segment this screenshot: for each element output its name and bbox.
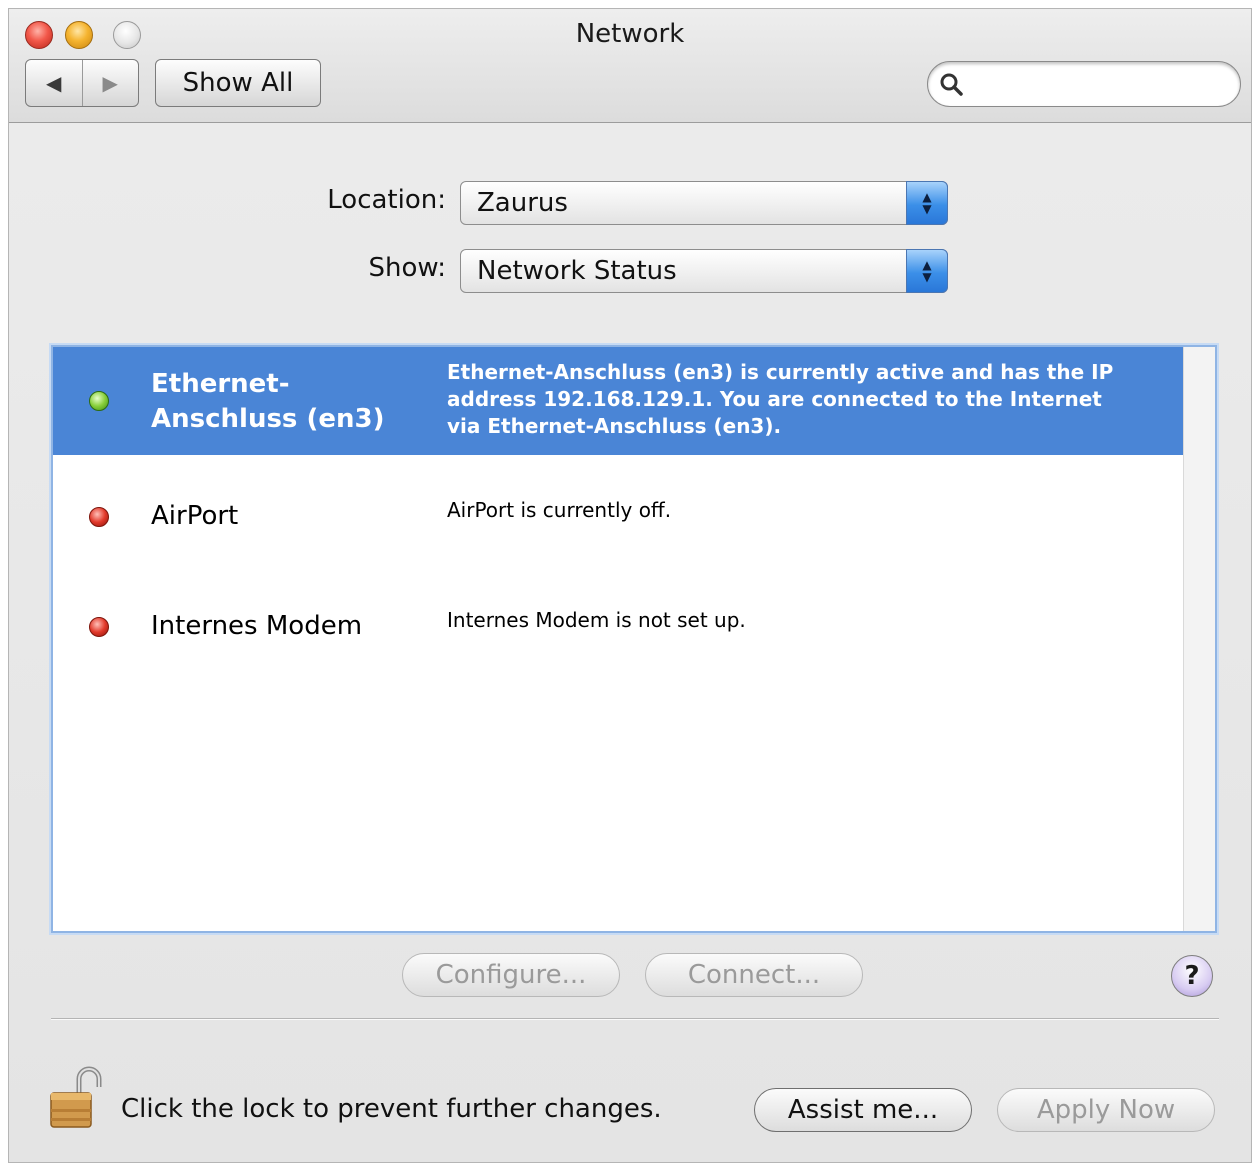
status-red-icon	[89, 617, 109, 637]
location-value: Zaurus	[477, 188, 568, 218]
location-label: Location:	[327, 185, 446, 215]
location-popup[interactable]: Zaurus ▲ ▼	[460, 181, 948, 225]
list-scrollbar[interactable]	[1183, 347, 1215, 931]
list-item-modem[interactable]: Internes Modem Internes Modem is not set…	[53, 597, 1185, 657]
preferences-window: Network ◀ ▶ Show All Location: Zaurus ▲ ▼…	[8, 8, 1252, 1163]
lock-open-icon[interactable]	[49, 1065, 105, 1131]
search-field[interactable]	[927, 61, 1241, 107]
show-popup[interactable]: Network Status ▲ ▼	[460, 249, 948, 293]
back-arrow-icon[interactable]: ◀	[26, 60, 82, 106]
status-red-icon	[89, 507, 109, 527]
service-description: AirPort is currently off.	[447, 498, 672, 522]
assist-me-button[interactable]: Assist me...	[754, 1088, 972, 1132]
list-item-ethernet[interactable]: Ethernet-Anschluss (en3) Ethernet-Anschl…	[53, 347, 1185, 455]
popup-arrows-icon: ▲ ▼	[906, 181, 948, 225]
help-button[interactable]: ?	[1171, 955, 1213, 997]
status-green-icon	[89, 391, 109, 411]
toolbar: Network ◀ ▶ Show All	[9, 9, 1251, 123]
service-name: Ethernet-Anschluss (en3)	[151, 369, 385, 434]
show-label: Show:	[368, 253, 447, 283]
search-icon	[940, 73, 963, 96]
list-item-airport[interactable]: AirPort AirPort is currently off.	[53, 487, 1185, 547]
configure-button[interactable]: Configure...	[402, 953, 620, 997]
show-value: Network Status	[477, 256, 677, 286]
network-status-list: Ethernet-Anschluss (en3) Ethernet-Anschl…	[51, 345, 1217, 933]
lock-message: Click the lock to prevent further change…	[121, 1094, 662, 1124]
divider	[51, 1018, 1219, 1020]
service-name: AirPort	[151, 501, 239, 531]
window-title: Network	[575, 19, 685, 49]
service-description: Ethernet-Anschluss (en3) is currently ac…	[447, 360, 1114, 438]
back-forward-control: ◀ ▶	[25, 59, 139, 107]
forward-arrow-icon[interactable]: ▶	[81, 60, 139, 106]
show-all-button[interactable]: Show All	[155, 59, 321, 107]
apply-now-button[interactable]: Apply Now	[997, 1088, 1215, 1132]
service-name: Internes Modem	[151, 611, 363, 641]
connect-button[interactable]: Connect...	[645, 953, 863, 997]
popup-arrows-icon: ▲ ▼	[906, 249, 948, 293]
search-input[interactable]	[974, 68, 1224, 100]
service-description: Internes Modem is not set up.	[447, 608, 746, 632]
